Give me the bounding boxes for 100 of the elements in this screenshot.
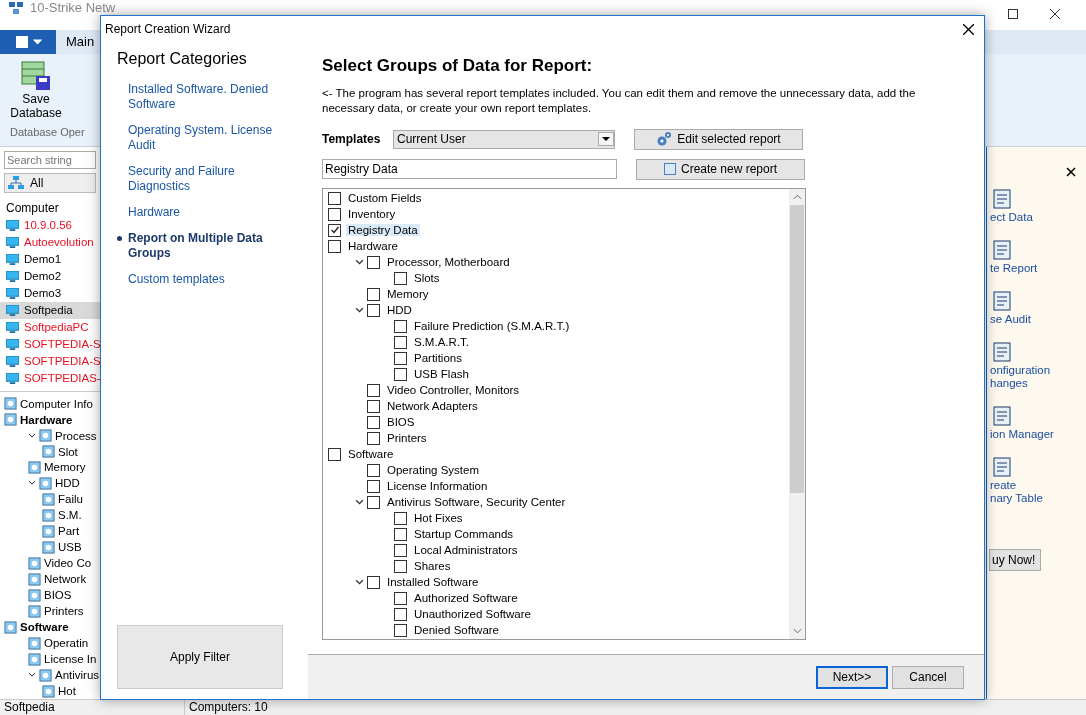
tree-item[interactable]: Startup Commands xyxy=(412,528,516,540)
tree-item[interactable]: Operatin xyxy=(44,637,89,650)
expand-caret-icon[interactable] xyxy=(355,257,364,267)
tree-item[interactable]: Unauthorized Software xyxy=(412,608,533,620)
checkbox[interactable] xyxy=(394,591,407,605)
checkbox[interactable] xyxy=(367,495,380,509)
task-link[interactable]: se Audit xyxy=(990,313,1031,326)
computer-item[interactable]: 10.9.0.56 xyxy=(0,216,100,234)
category-link[interactable]: Custom templates xyxy=(128,272,288,287)
checkbox[interactable] xyxy=(394,543,407,557)
computer-item[interactable]: SOFTPEDIA-S xyxy=(0,352,100,370)
tree-item[interactable]: Memory xyxy=(385,288,431,300)
tree-item[interactable]: HDD xyxy=(55,477,80,490)
expand-caret-icon[interactable] xyxy=(355,577,364,587)
computer-item[interactable]: Demo1 xyxy=(0,250,100,268)
tree-item[interactable]: Processor, Motherboard xyxy=(385,256,512,268)
tree-item[interactable]: Hot xyxy=(58,685,76,698)
checkbox[interactable] xyxy=(367,383,380,397)
tree-item[interactable]: Operating System xyxy=(385,464,482,476)
tree-item[interactable]: Slots xyxy=(412,272,442,284)
category-link[interactable]: Security and Failure Diagnostics xyxy=(128,164,288,194)
tree-item[interactable]: Process xyxy=(55,429,97,442)
tree-item[interactable]: Hardware xyxy=(346,240,400,252)
tree-item[interactable]: S.M. xyxy=(58,509,82,522)
computer-item[interactable]: Softpedia xyxy=(0,301,100,319)
close-icon[interactable] xyxy=(963,23,974,35)
checkbox[interactable] xyxy=(394,559,407,573)
checkbox[interactable] xyxy=(367,431,380,445)
tree-item[interactable]: Hot Fixes xyxy=(412,512,465,524)
category-link[interactable]: Hardware xyxy=(128,205,288,220)
expand-caret-icon[interactable] xyxy=(355,305,364,315)
checkbox[interactable] xyxy=(367,303,380,317)
checkbox[interactable] xyxy=(367,463,380,477)
tree-item[interactable]: Partitions xyxy=(412,352,464,364)
computer-item[interactable]: SOFTPEDIA-S xyxy=(0,335,100,353)
computer-item[interactable]: SoftpediaPC xyxy=(0,318,100,336)
checkbox[interactable] xyxy=(367,479,380,493)
checkbox[interactable] xyxy=(394,271,407,285)
tree-item[interactable]: Registry Data xyxy=(346,224,420,236)
checkbox[interactable] xyxy=(394,335,407,349)
tree-item[interactable]: Slot xyxy=(58,445,78,458)
computer-item[interactable]: Demo2 xyxy=(0,267,100,285)
buy-now-button[interactable]: uy Now! xyxy=(989,549,1041,571)
scrollbar[interactable] xyxy=(789,189,805,639)
app-menu-button[interactable] xyxy=(0,30,56,54)
tree-item[interactable]: Antivirus Software, Security Center xyxy=(385,496,568,508)
tree-item[interactable]: Video Co xyxy=(44,557,92,570)
checkbox[interactable] xyxy=(367,255,380,269)
checkbox[interactable] xyxy=(367,415,380,429)
tree-item[interactable]: Failu xyxy=(58,493,83,506)
tree-item[interactable]: Hardware xyxy=(20,413,73,426)
cancel-button[interactable]: Cancel xyxy=(892,665,964,689)
category-link[interactable]: Installed Software. Denied Software xyxy=(128,82,288,112)
tree-item[interactable]: Authorized Software xyxy=(412,592,520,604)
tree-item[interactable]: Memory xyxy=(44,461,86,474)
tree-item[interactable]: Software xyxy=(20,621,69,634)
task-link[interactable]: ion Manager xyxy=(990,428,1054,441)
tree-item[interactable]: Printers xyxy=(385,432,429,444)
search-field[interactable]: Search string xyxy=(4,151,96,169)
expand-caret-icon[interactable] xyxy=(355,497,364,507)
checkbox[interactable] xyxy=(328,239,341,253)
maximize-icon[interactable] xyxy=(1008,9,1018,19)
tree-item[interactable]: Custom Fields xyxy=(346,192,424,204)
computer-item[interactable]: SOFTPEDIAS- xyxy=(0,369,100,387)
checkbox[interactable] xyxy=(367,287,380,301)
tree-item[interactable]: S.M.A.R.T. xyxy=(412,336,471,348)
tree-item[interactable]: HDD xyxy=(385,304,414,316)
next-button[interactable]: Next>> xyxy=(816,665,888,689)
tree-item[interactable]: USB xyxy=(58,541,82,554)
checkbox[interactable] xyxy=(394,351,407,365)
tree-item[interactable]: BIOS xyxy=(44,589,72,602)
tree-item[interactable]: License Information xyxy=(385,480,490,492)
tree-item[interactable]: Printers xyxy=(44,605,84,618)
tree-item[interactable]: Denied Software xyxy=(412,624,502,636)
tree-item[interactable]: Software xyxy=(346,448,396,460)
close-icon[interactable] xyxy=(1050,9,1060,19)
tree-item[interactable]: Local Administrators xyxy=(412,544,520,556)
all-filter-button[interactable]: All xyxy=(4,172,96,193)
tree-item[interactable]: License In xyxy=(44,653,97,666)
tree-item[interactable]: Failure Prediction (S.M.A.R.T.) xyxy=(412,320,572,332)
edit-report-button[interactable]: Edit selected report xyxy=(634,128,803,150)
tree-item[interactable]: Installed Software xyxy=(385,576,481,588)
apply-filter-button[interactable]: Apply Filter xyxy=(117,625,283,689)
checkbox[interactable] xyxy=(394,319,407,333)
scroll-down-icon[interactable] xyxy=(792,628,802,634)
ribbon-tab[interactable]: Main xyxy=(56,30,105,54)
expand-caret-icon[interactable] xyxy=(28,431,36,440)
tree-item[interactable]: Network Adapters xyxy=(385,400,480,412)
close-icon[interactable] xyxy=(1066,167,1076,177)
checkbox[interactable] xyxy=(367,575,380,589)
computer-item[interactable]: Demo3 xyxy=(0,284,100,302)
task-link[interactable]: onfiguration hanges xyxy=(990,364,1051,390)
tree-item[interactable]: Computer Info xyxy=(20,397,93,410)
scroll-up-icon[interactable] xyxy=(792,194,802,200)
tree-item[interactable]: Shares xyxy=(412,560,453,572)
tree-item[interactable]: USB Flash xyxy=(412,368,471,380)
checkbox[interactable] xyxy=(367,399,380,413)
checkbox[interactable] xyxy=(394,367,407,381)
tree-item[interactable]: Antivirus xyxy=(55,669,100,682)
tree-item[interactable]: Inventory xyxy=(346,208,398,220)
